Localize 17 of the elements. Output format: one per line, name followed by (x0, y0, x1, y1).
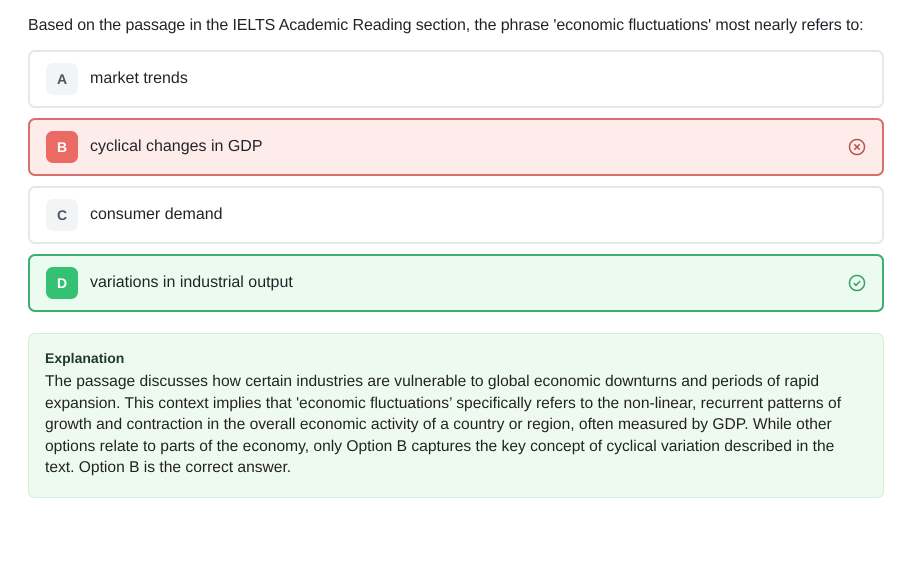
option-letter: D (46, 267, 78, 299)
option-text: variations in industrial output (90, 274, 294, 292)
answer-option[interactable]: C consumer demand (28, 186, 884, 244)
option-letter: A (46, 63, 78, 95)
option-text: market trends (90, 70, 189, 88)
explanation-title: Explanation (45, 350, 126, 366)
check-circle-icon (848, 274, 866, 292)
explanation-text: The passage discusses how certain industries are vulnerable to global economic downturns and periods of rapid expansion. This context implies that 'economic fluctuations’ specifically refers to the non-linear, recurrent patterns of growth and contraction in the overall economic activity of a country or region, often measured by GDP. While other options relate to parts of the economy, only Option B captures the key concept of cyclical variation described in the text. Option B is the correct answer. (45, 372, 842, 478)
question-text: Based on the passage in the IELTS Academic Reading section, the phrase 'economic fluctuations' most nearly refers to: (28, 17, 864, 35)
close-circle-icon (848, 138, 866, 156)
answer-option[interactable]: D variations in industrial output (28, 254, 884, 312)
option-text: consumer demand (90, 206, 224, 224)
answer-option[interactable]: A market trends (28, 50, 884, 108)
option-letter: B (46, 131, 78, 163)
option-letter: C (46, 199, 78, 231)
answer-option[interactable]: B cyclical changes in GDP (28, 118, 884, 176)
option-text: cyclical changes in GDP (90, 138, 264, 156)
